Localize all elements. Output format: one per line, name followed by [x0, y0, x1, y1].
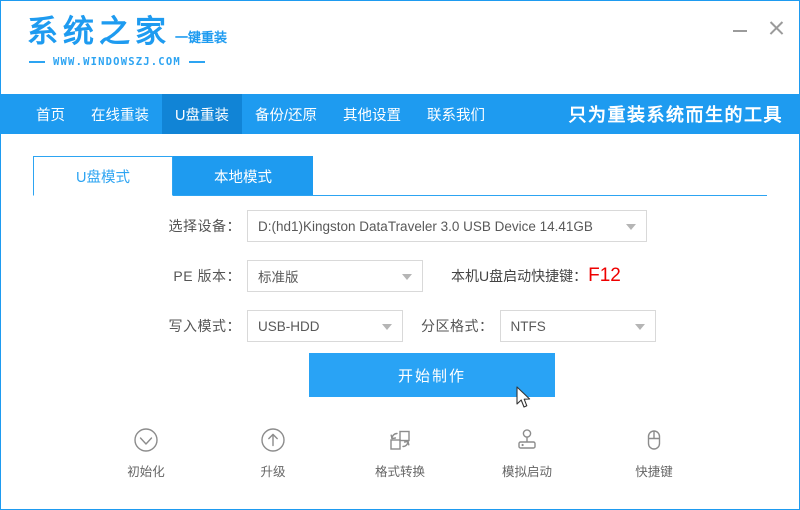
nav-item-usb-reinstall[interactable]: U盘重装	[162, 94, 242, 134]
boot-hotkey-label: 本机U盘启动快捷键：	[451, 266, 587, 286]
device-row: 选择设备： D:(hd1)Kingston DataTraveler 3.0 U…	[1, 206, 799, 246]
app-window: 系统之家 一键重装 WWW.WINDOWSZJ.COM 首页 在线重装 U盘重装	[0, 0, 800, 510]
nav-item-other-settings[interactable]: 其他设置	[330, 94, 414, 134]
mouse-icon	[639, 425, 669, 455]
check-circle-icon	[131, 425, 161, 455]
nav-item-list: 首页 在线重装 U盘重装 备份/还原 其他设置 联系我们	[1, 94, 498, 134]
brand-url: WWW.WINDOWSZJ.COM	[53, 56, 181, 68]
partition-format-label: 分区格式：	[421, 316, 494, 336]
pe-version-row: PE 版本： 标准版 本机U盘启动快捷键： F12	[1, 256, 799, 296]
brand-url-row: WWW.WINDOWSZJ.COM	[29, 56, 205, 68]
device-select[interactable]: D:(hd1)Kingston DataTraveler 3.0 USB Dev…	[247, 210, 647, 242]
tool-label: 初始化	[127, 461, 165, 480]
nav-item-contact-us[interactable]: 联系我们	[414, 94, 498, 134]
nav-item-label: 首页	[36, 104, 65, 125]
tab-local-mode[interactable]: 本地模式	[173, 156, 313, 196]
start-make-button[interactable]: 开始制作	[309, 353, 555, 397]
tab-label: 本地模式	[214, 166, 272, 187]
device-select-value: D:(hd1)Kingston DataTraveler 3.0 USB Dev…	[258, 219, 593, 234]
close-button[interactable]	[767, 19, 785, 37]
brand-name: 系统之家	[27, 17, 171, 48]
brand-logo: 系统之家 一键重装	[27, 17, 227, 48]
main-navigation: 首页 在线重装 U盘重装 备份/还原 其他设置 联系我们 只为重装系统而生的工具	[1, 94, 799, 134]
minimize-button[interactable]	[731, 19, 749, 37]
tab-label: U盘模式	[76, 166, 130, 187]
tool-upgrade[interactable]: 升级	[237, 425, 309, 480]
window-controls	[731, 19, 785, 37]
boot-hotkey-info: 本机U盘启动快捷键： F12	[451, 265, 621, 287]
nav-item-label: 其他设置	[343, 104, 401, 125]
write-mode-select-value: USB-HDD	[258, 319, 320, 334]
tool-label: 快捷键	[635, 461, 673, 480]
format-convert-icon	[385, 425, 415, 455]
pe-version-label: PE 版本：	[163, 266, 241, 286]
tool-initialize[interactable]: 初始化	[110, 425, 182, 480]
write-mode-row: 写入模式： USB-HDD 分区格式： NTFS	[1, 306, 799, 346]
tab-usb-mode[interactable]: U盘模式	[33, 156, 173, 196]
nav-item-backup-restore[interactable]: 备份/还原	[242, 94, 330, 134]
title-bar: 系统之家 一键重装 WWW.WINDOWSZJ.COM	[1, 1, 799, 94]
pe-version-select[interactable]: 标准版	[247, 260, 423, 292]
tool-simulate-boot[interactable]: 模拟启动	[491, 425, 563, 480]
tool-label: 格式转换	[375, 461, 425, 480]
joystick-icon	[512, 425, 542, 455]
tool-hotkeys[interactable]: 快捷键	[618, 425, 690, 480]
nav-item-home[interactable]: 首页	[23, 94, 78, 134]
tool-format-convert[interactable]: 格式转换	[364, 425, 436, 480]
partition-format-select-value: NTFS	[511, 319, 546, 334]
nav-item-label: 联系我们	[427, 104, 485, 125]
partition-format-select[interactable]: NTFS	[500, 310, 656, 342]
boot-hotkey-value: F12	[588, 265, 621, 287]
mode-tabs: U盘模式 本地模式	[33, 156, 313, 196]
device-label: 选择设备：	[163, 216, 241, 236]
nav-item-label: 在线重装	[91, 104, 149, 125]
dash-right-icon	[189, 61, 205, 63]
dash-left-icon	[29, 61, 45, 63]
arrow-up-circle-icon	[258, 425, 288, 455]
pe-version-select-value: 标准版	[258, 266, 299, 286]
brand-tagline: 一键重装	[175, 27, 227, 46]
write-mode-label: 写入模式：	[163, 316, 241, 336]
nav-slogan: 只为重装系统而生的工具	[569, 94, 784, 134]
write-mode-select[interactable]: USB-HDD	[247, 310, 403, 342]
usb-settings-form: 选择设备： D:(hd1)Kingston DataTraveler 3.0 U…	[1, 206, 799, 356]
nav-item-label: U盘重装	[175, 104, 229, 125]
nav-item-online-reinstall[interactable]: 在线重装	[78, 94, 162, 134]
tool-label: 升级	[260, 461, 285, 480]
tool-label: 模拟启动	[502, 461, 552, 480]
tool-shortcuts: 初始化 升级 格式转换	[1, 425, 799, 480]
nav-item-label: 备份/还原	[255, 104, 317, 125]
